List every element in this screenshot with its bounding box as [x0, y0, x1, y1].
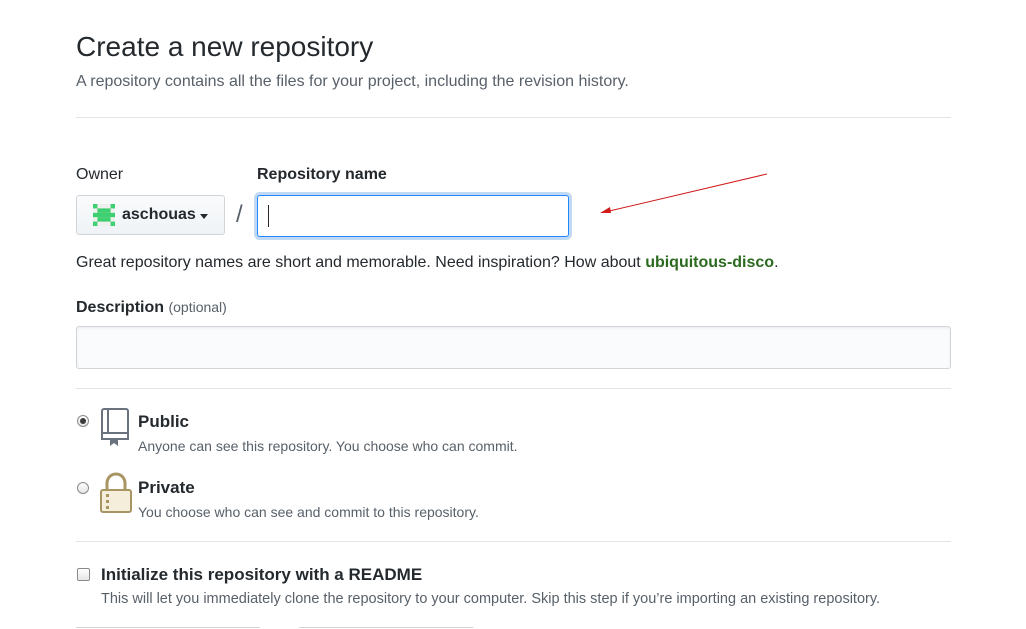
create-repo-page: Create a new repository A repository con… [0, 0, 1026, 629]
text-cursor [268, 205, 269, 227]
private-description: You choose who can see and commit to thi… [138, 504, 479, 520]
repo-name-input[interactable] [257, 195, 569, 237]
hint-text: Great repository names are short and mem… [76, 254, 646, 271]
description-label: Description (optional) [76, 297, 227, 318]
annotation-arrow [600, 173, 768, 213]
repo-name-label: Repository name [257, 166, 387, 183]
page-subtitle: A repository contains all the files for … [76, 73, 629, 90]
identicon-avatar [93, 204, 115, 226]
owner-select-button[interactable]: aschouas [76, 195, 225, 235]
owner-name: aschouas [122, 206, 196, 223]
divider [76, 388, 951, 389]
public-title: Public [138, 412, 190, 431]
repo-name-hint: Great repository names are short and mem… [76, 252, 779, 274]
readme-label: Initialize this repository with a README [101, 565, 423, 584]
divider [76, 117, 951, 118]
chevron-down-icon [199, 213, 208, 219]
owner-label: Owner [76, 166, 124, 183]
public-radio[interactable] [77, 415, 89, 427]
description-label-text: Description [76, 299, 165, 316]
suggested-name-link[interactable]: ubiquitous-disco [645, 254, 774, 271]
owner-repo-separator: / [236, 201, 243, 228]
description-input[interactable] [76, 326, 951, 369]
lock-icon [100, 472, 132, 513]
repo-book-icon [101, 408, 129, 446]
readme-description: This will let you immediately clone the … [101, 591, 881, 607]
private-title: Private [138, 478, 195, 497]
page-title: Create a new repository [76, 31, 374, 62]
divider [76, 541, 951, 542]
public-description: Anyone can see this repository. You choo… [138, 438, 518, 454]
hint-suffix: . [774, 254, 779, 271]
optional-tag: (optional) [168, 299, 227, 315]
private-radio[interactable] [77, 482, 89, 494]
readme-checkbox[interactable] [77, 568, 90, 581]
